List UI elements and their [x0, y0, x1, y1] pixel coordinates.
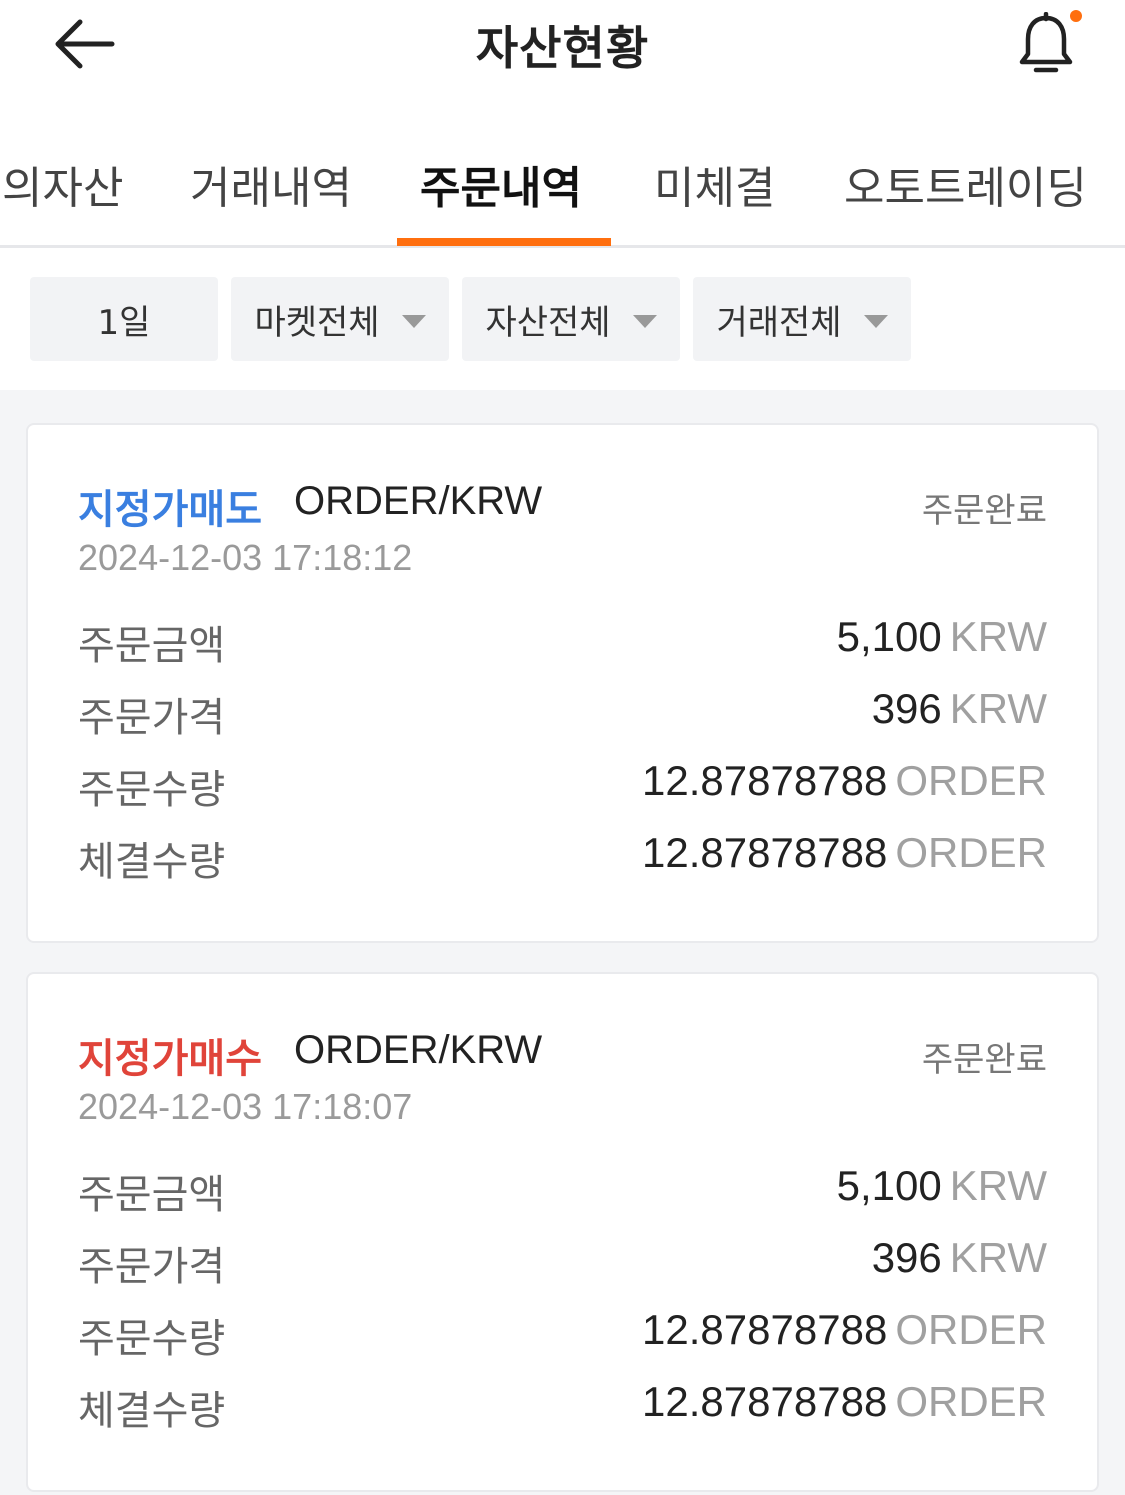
trading-pair: ORDER/KRW	[294, 479, 543, 523]
bell-icon	[1016, 11, 1076, 80]
market-filter-dropdown[interactable]: 마켓전체	[231, 277, 449, 361]
trading-pair: ORDER/KRW	[294, 1028, 543, 1072]
order-datetime: 2024-12-03 17:18:07	[78, 1086, 413, 1127]
row-label: 주문금액	[78, 1172, 226, 1218]
filter-bar: 1일 마켓전체 자산전체 거래전체	[0, 248, 1125, 390]
row-label: 체결수량	[78, 839, 226, 885]
order-price-row: 주문가격 396 KRW	[78, 1234, 1047, 1294]
row-unit: KRW	[949, 613, 1047, 660]
row-unit: ORDER	[895, 757, 1047, 804]
asset-filter-dropdown[interactable]: 자산전체	[462, 277, 680, 361]
row-label: 주문금액	[78, 623, 226, 669]
order-card[interactable]: 지정가매수 ORDER/KRW 주문완료 2024-12-03 17:18:07…	[26, 972, 1099, 1492]
row-label: 주문수량	[78, 1316, 226, 1362]
row-value: 5,100	[836, 1162, 942, 1209]
order-card[interactable]: 지정가매도 ORDER/KRW 주문완료 2024-12-03 17:18:12…	[26, 423, 1099, 943]
row-value: 12.87878788	[642, 757, 888, 804]
asset-filter-label: 자산전체	[485, 302, 611, 343]
filled-quantity-row: 체결수량 12.87878788 ORDER	[78, 1378, 1047, 1438]
order-price-row: 주문가격 396 KRW	[78, 685, 1047, 745]
order-type: 지정가매수	[78, 1036, 262, 1082]
notifications-button[interactable]	[1004, 4, 1088, 88]
market-filter-label: 마켓전체	[254, 302, 380, 343]
row-label: 주문가격	[78, 695, 226, 741]
order-type: 지정가매도	[78, 487, 262, 533]
row-unit: KRW	[949, 1234, 1047, 1281]
period-filter[interactable]: 1일	[30, 277, 218, 361]
row-value: 5,100	[836, 613, 942, 660]
notification-dot	[1070, 10, 1082, 22]
order-quantity-row: 주문수량 12.87878788 ORDER	[78, 1306, 1047, 1366]
filled-quantity-row: 체결수량 12.87878788 ORDER	[78, 829, 1047, 889]
row-value: 12.87878788	[642, 1378, 888, 1425]
order-status: 주문완료	[921, 1040, 1047, 1080]
order-amount-row: 주문금액 5,100 KRW	[78, 1162, 1047, 1222]
row-unit: ORDER	[895, 829, 1047, 876]
tab-auto-trading[interactable]: 오토트레이딩	[844, 152, 1087, 216]
top-app-bar: 자산현황	[0, 0, 1125, 108]
order-datetime: 2024-12-03 17:18:12	[78, 537, 413, 578]
row-unit: KRW	[949, 685, 1047, 732]
tab-unfilled[interactable]: 미체결	[654, 152, 775, 216]
row-label: 체결수량	[78, 1388, 226, 1434]
trade-filter-label: 거래전체	[716, 302, 842, 343]
row-unit: ORDER	[895, 1378, 1047, 1425]
period-filter-label: 1일	[97, 302, 151, 343]
tab-my-assets[interactable]: 의자산	[2, 152, 123, 216]
row-label: 주문가격	[78, 1244, 226, 1290]
order-status: 주문완료	[921, 491, 1047, 531]
row-unit: KRW	[949, 1162, 1047, 1209]
tab-bar: 의자산 거래내역 주문내역 미체결 오토트레이딩	[0, 108, 1125, 248]
active-tab-indicator	[397, 238, 611, 246]
tab-transaction-history[interactable]: 거래내역	[190, 152, 352, 216]
order-quantity-row: 주문수량 12.87878788 ORDER	[78, 757, 1047, 817]
page-title: 자산현황	[475, 21, 650, 75]
row-value: 396	[871, 1234, 942, 1281]
row-label: 주문수량	[78, 767, 226, 813]
caret-down-icon	[632, 314, 657, 328]
caret-down-icon	[863, 314, 888, 328]
row-value: 396	[871, 685, 942, 732]
row-value: 12.87878788	[642, 829, 888, 876]
tab-order-history[interactable]: 주문내역	[420, 152, 582, 216]
order-amount-row: 주문금액 5,100 KRW	[78, 613, 1047, 673]
caret-down-icon	[401, 314, 426, 328]
trade-filter-dropdown[interactable]: 거래전체	[693, 277, 911, 361]
row-unit: ORDER	[895, 1306, 1047, 1353]
row-value: 12.87878788	[642, 1306, 888, 1353]
